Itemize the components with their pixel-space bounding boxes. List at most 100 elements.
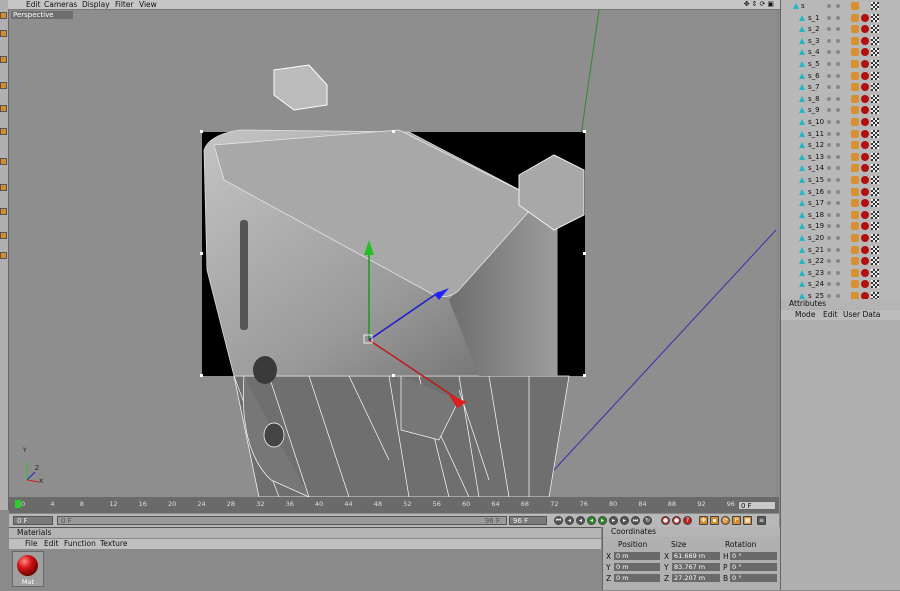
render-visibility-dot[interactable] xyxy=(836,119,840,124)
texture-tag-icon[interactable] xyxy=(871,83,879,92)
render-visibility-dot[interactable] xyxy=(836,235,840,240)
material-tag-icon[interactable] xyxy=(861,106,869,115)
material-tag-icon[interactable] xyxy=(861,94,869,103)
menu-filter[interactable]: Filter xyxy=(115,0,134,9)
phong-tag-icon[interactable] xyxy=(851,175,859,184)
editor-visibility-dot[interactable] xyxy=(827,212,831,217)
object-row[interactable]: s_9 xyxy=(781,105,900,117)
object-row[interactable]: s_15 xyxy=(781,175,900,187)
render-icon[interactable] xyxy=(0,208,7,215)
menu-view[interactable]: View xyxy=(139,0,157,9)
texture-tag-icon[interactable] xyxy=(871,245,879,254)
material-tag-icon[interactable] xyxy=(861,129,869,138)
texture-tag-icon[interactable] xyxy=(871,141,879,150)
rotation-field[interactable]: 0 ° xyxy=(730,574,777,582)
attributes-menu-edit[interactable]: Edit xyxy=(823,310,838,320)
play-icon[interactable]: ▸ xyxy=(598,516,607,525)
menu-display[interactable]: Display xyxy=(82,0,110,9)
object-row[interactable]: s_7 xyxy=(781,82,900,94)
prev-key-icon[interactable]: ◂ xyxy=(576,516,585,525)
autokey-icon[interactable]: ● xyxy=(672,516,681,525)
materials-menu-function[interactable]: Function xyxy=(64,539,96,549)
material-tag-icon[interactable] xyxy=(861,187,869,196)
perspective-viewport[interactable]: Perspective Y Z X xyxy=(9,10,776,497)
texture-tag-icon[interactable] xyxy=(871,106,879,115)
x-axis-icon[interactable] xyxy=(0,128,7,135)
material-tag-icon[interactable] xyxy=(861,117,869,126)
phong-tag-icon[interactable] xyxy=(851,71,859,80)
materials-menu-file[interactable]: File xyxy=(25,539,38,549)
render-visibility-dot[interactable] xyxy=(836,189,840,194)
texture-tag-icon[interactable] xyxy=(871,257,879,266)
editor-visibility-dot[interactable] xyxy=(827,270,831,275)
texture-tag-icon[interactable] xyxy=(871,59,879,68)
object-row[interactable]: s_2 xyxy=(781,24,900,36)
play-backward-icon[interactable]: ◂ xyxy=(587,516,596,525)
object-row[interactable]: s_10 xyxy=(781,117,900,129)
phong-tag-icon[interactable] xyxy=(851,257,859,266)
phong-tag-icon[interactable] xyxy=(851,141,859,150)
phong-tag-icon[interactable] xyxy=(851,280,859,289)
render-visibility-dot[interactable] xyxy=(836,212,840,217)
goto-end-icon[interactable]: ⏭ xyxy=(631,516,640,525)
position-field[interactable]: 0 m xyxy=(614,552,660,560)
material-tag-icon[interactable] xyxy=(861,48,869,57)
render-visibility-dot[interactable] xyxy=(836,15,840,20)
texture-tag-icon[interactable] xyxy=(871,199,879,208)
material-tag-icon[interactable] xyxy=(861,222,869,231)
material-tag-icon[interactable] xyxy=(861,164,869,173)
texture-tag-icon[interactable] xyxy=(871,291,879,299)
select-tool-icon[interactable] xyxy=(0,56,7,63)
phong-tag-icon[interactable] xyxy=(851,233,859,242)
light-icon[interactable] xyxy=(0,232,7,239)
render-visibility-dot[interactable] xyxy=(836,27,840,32)
object-row[interactable]: s_21 xyxy=(781,245,900,257)
render-visibility-dot[interactable] xyxy=(836,143,840,148)
maximize-view-icon[interactable]: ▣ xyxy=(767,0,774,9)
object-row[interactable]: s_3 xyxy=(781,36,900,48)
menu-edit[interactable]: Edit xyxy=(26,0,41,9)
phong-tag-icon[interactable] xyxy=(851,152,859,161)
object-row[interactable]: s_24 xyxy=(781,279,900,291)
render-visibility-dot[interactable] xyxy=(836,270,840,275)
texture-tag-icon[interactable] xyxy=(871,117,879,126)
editor-visibility-dot[interactable] xyxy=(827,38,831,43)
material-tag-icon[interactable] xyxy=(861,199,869,208)
material-tag-icon[interactable] xyxy=(861,71,869,80)
phong-tag-icon[interactable] xyxy=(851,48,859,57)
render-visibility-dot[interactable] xyxy=(836,201,840,206)
size-field[interactable]: 61.669 m xyxy=(672,552,720,560)
render-visibility-dot[interactable] xyxy=(836,247,840,252)
texture-tag-icon[interactable] xyxy=(871,25,879,34)
texture-tag-icon[interactable] xyxy=(871,48,879,57)
render-visibility-dot[interactable] xyxy=(836,224,840,229)
object-row[interactable]: s_8 xyxy=(781,94,900,106)
object-row[interactable]: s_5 xyxy=(781,59,900,71)
material-tag-icon[interactable] xyxy=(861,291,869,299)
render-visibility-dot[interactable] xyxy=(836,259,840,264)
phong-tag-icon[interactable] xyxy=(851,59,859,68)
render-visibility-dot[interactable] xyxy=(836,131,840,136)
material-tag-icon[interactable] xyxy=(861,59,869,68)
material-tag-icon[interactable] xyxy=(861,257,869,266)
render-visibility-dot[interactable] xyxy=(836,293,840,298)
editor-visibility-dot[interactable] xyxy=(827,119,831,124)
rotation-field[interactable]: 0 ° xyxy=(730,552,777,560)
material-tag-icon[interactable] xyxy=(861,280,869,289)
menu-cameras[interactable]: Cameras xyxy=(44,0,77,9)
material-tag-icon[interactable] xyxy=(861,36,869,45)
object-row[interactable]: s_16 xyxy=(781,187,900,199)
key-rotation-icon[interactable]: ⟳ xyxy=(721,516,730,525)
texture-tag-icon[interactable] xyxy=(871,94,879,103)
editor-visibility-dot[interactable] xyxy=(827,50,831,55)
material-tag-icon[interactable] xyxy=(861,210,869,219)
object-row[interactable]: s_17 xyxy=(781,198,900,210)
object-row[interactable]: s_11 xyxy=(781,129,900,141)
phong-tag-icon[interactable] xyxy=(851,129,859,138)
material-tag-icon[interactable] xyxy=(861,83,869,92)
loop-icon[interactable]: ↻ xyxy=(643,516,652,525)
object-row[interactable]: s_13 xyxy=(781,152,900,164)
materials-menu-texture[interactable]: Texture xyxy=(100,539,127,549)
editor-visibility-dot[interactable] xyxy=(827,224,831,229)
viewport-label[interactable]: Perspective xyxy=(11,11,73,19)
